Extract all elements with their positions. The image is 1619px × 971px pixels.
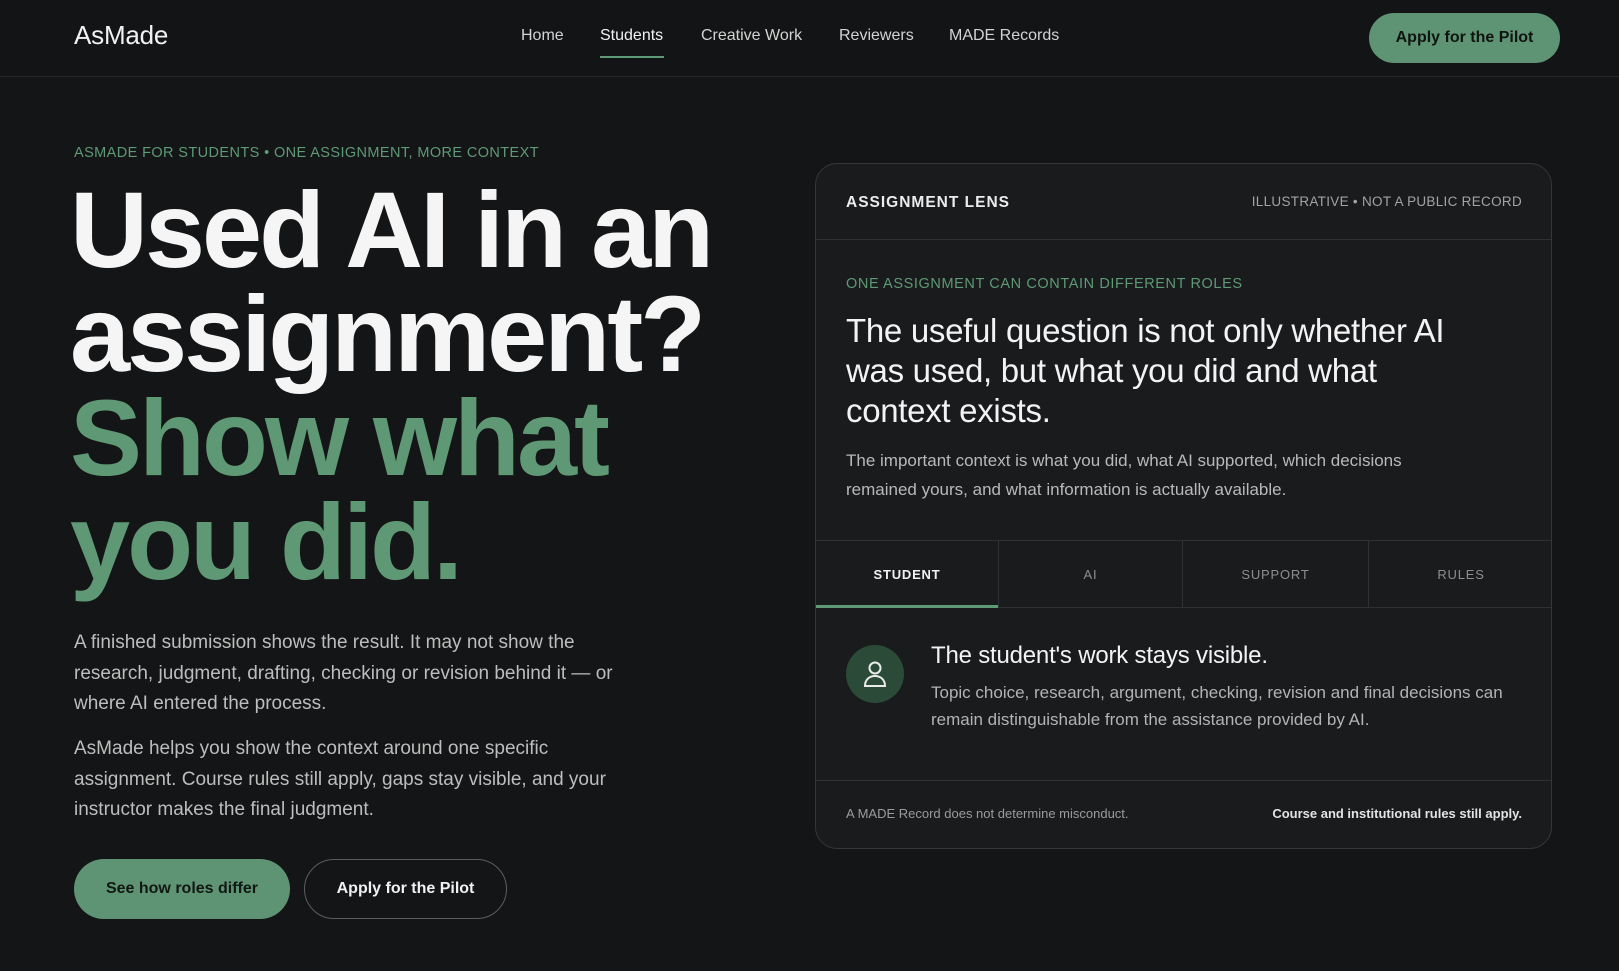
card-body: The important context is what you did, w…: [846, 451, 1402, 499]
assignment-lens-card: ASSIGNMENT LENS ILLUSTRATIVE • NOT A PUB…: [815, 163, 1552, 849]
role-description: Topic choice, research, argument, checki…: [931, 683, 1503, 729]
page: AsMade Home Students Creative Work Revie…: [0, 0, 1619, 971]
hero-eyebrow: ASMADE FOR STUDENTS • ONE ASSIGNMENT, MO…: [74, 145, 539, 161]
card-footer: A MADE Record does not determine miscond…: [816, 780, 1551, 848]
card-note: ILLUSTRATIVE • NOT A PUBLIC RECORD: [1251, 194, 1522, 209]
hero-headline: Used AI in an assignment? Show what you …: [70, 169, 714, 602]
tab-ai[interactable]: AI: [999, 541, 1182, 608]
apply-pilot-button[interactable]: Apply for the Pilot: [304, 859, 507, 919]
headline-line-3: Show what: [70, 377, 610, 498]
nav-creative-work[interactable]: Creative Work: [701, 27, 802, 45]
headline-line-2: assignment?: [70, 273, 706, 394]
hero-paragraph-1: A finished submission shows the result. …: [74, 632, 613, 714]
card-header: ASSIGNMENT LENS ILLUSTRATIVE • NOT A PUB…: [816, 164, 1551, 240]
card-title: ASSIGNMENT LENS: [846, 194, 1010, 211]
role-tabs: STUDENT AI SUPPORT RULES: [816, 540, 1551, 608]
nav-active-indicator: [600, 56, 664, 58]
tab-support[interactable]: SUPPORT: [1183, 541, 1368, 608]
nav-reviewers[interactable]: Reviewers: [839, 27, 914, 45]
hero-paragraph-2: AsMade helps you show the context around…: [74, 738, 606, 820]
nav-home[interactable]: Home: [521, 27, 564, 45]
top-navigation-bar: AsMade Home Students Creative Work Revie…: [0, 0, 1619, 77]
brand-logo[interactable]: AsMade: [74, 20, 168, 51]
active-tab-indicator: [816, 605, 998, 608]
nav-students[interactable]: Students: [600, 27, 663, 45]
nav-made-records[interactable]: MADE Records: [949, 27, 1059, 45]
person-icon: [846, 645, 904, 703]
headline-line-1: Used AI in an: [70, 169, 714, 290]
tab-rules[interactable]: RULES: [1369, 541, 1551, 608]
role-title: The student's work stays visible.: [931, 642, 1268, 669]
footer-rules-note: Course and institutional rules still app…: [1272, 806, 1522, 821]
headline-line-4: you did.: [70, 481, 463, 602]
card-eyebrow: ONE ASSIGNMENT CAN CONTAIN DIFFERENT ROL…: [846, 276, 1243, 292]
card-headline: The useful question is not only whether …: [846, 312, 1445, 429]
apply-pilot-header-button[interactable]: Apply for the Pilot: [1369, 13, 1560, 63]
tab-student[interactable]: STUDENT: [816, 541, 998, 608]
footer-disclaimer: A MADE Record does not determine miscond…: [846, 806, 1129, 821]
see-roles-button[interactable]: See how roles differ: [74, 859, 290, 919]
